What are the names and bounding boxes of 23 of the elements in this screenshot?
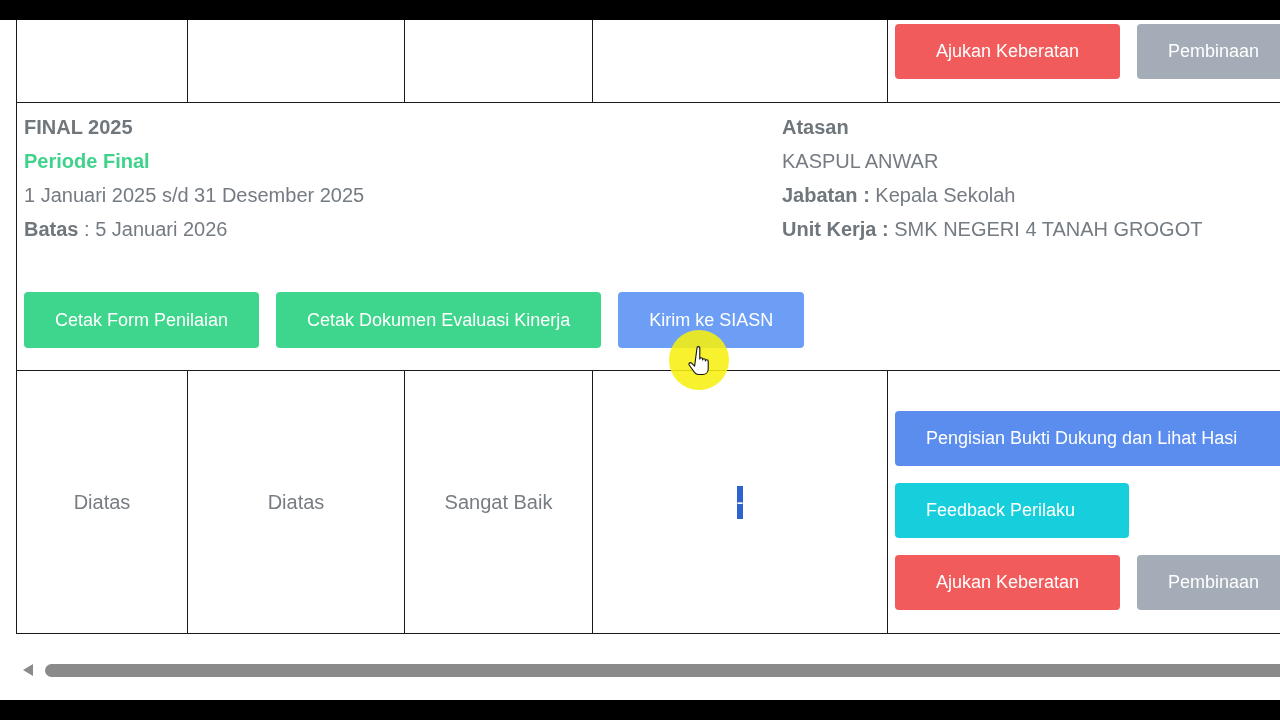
table-cell-text: Diatas <box>267 489 325 515</box>
period-title: FINAL 2025 <box>24 115 133 140</box>
action-button[interactable]: Kirim ke SIASN <box>618 292 805 348</box>
action-button[interactable]: Feedback Perilaku <box>895 483 1129 538</box>
work-unit-text: Unit Kerja : SMK NEGERI 4 TANAH GROGOT <box>782 217 1203 242</box>
scrollbar-thumb[interactable] <box>45 663 1280 677</box>
table-cell-text: Diatas <box>73 489 131 515</box>
action-button[interactable]: Pembinaan <box>1137 24 1280 79</box>
action-button[interactable]: Cetak Form Penilaian <box>24 292 260 348</box>
table-cell-text: - <box>736 485 744 519</box>
supervisor-heading: Atasan <box>782 115 849 140</box>
supervisor-name: KASPUL ANWAR <box>782 149 939 174</box>
position-text: Jabatan : Kepala Sekolah <box>782 183 1016 208</box>
period-status: Periode Final <box>24 149 150 174</box>
period-range: 1 Januari 2025 s/d 31 Desember 2025 <box>24 183 365 208</box>
deadline-text: Batas : 5 Januari 2026 <box>24 217 228 242</box>
scroll-left-arrow-icon[interactable] <box>23 664 33 676</box>
action-button[interactable]: Ajukan Keberatan <box>895 24 1120 79</box>
table-cell-text: Sangat Baik <box>444 489 553 515</box>
action-button[interactable]: Ajukan Keberatan <box>895 555 1120 610</box>
action-button[interactable]: Pengisian Bukti Dukung dan Lihat Hasi <box>895 411 1280 466</box>
action-button[interactable]: Cetak Dokumen Evaluasi Kinerja <box>276 292 602 348</box>
action-button[interactable]: Pembinaan <box>1137 555 1280 610</box>
